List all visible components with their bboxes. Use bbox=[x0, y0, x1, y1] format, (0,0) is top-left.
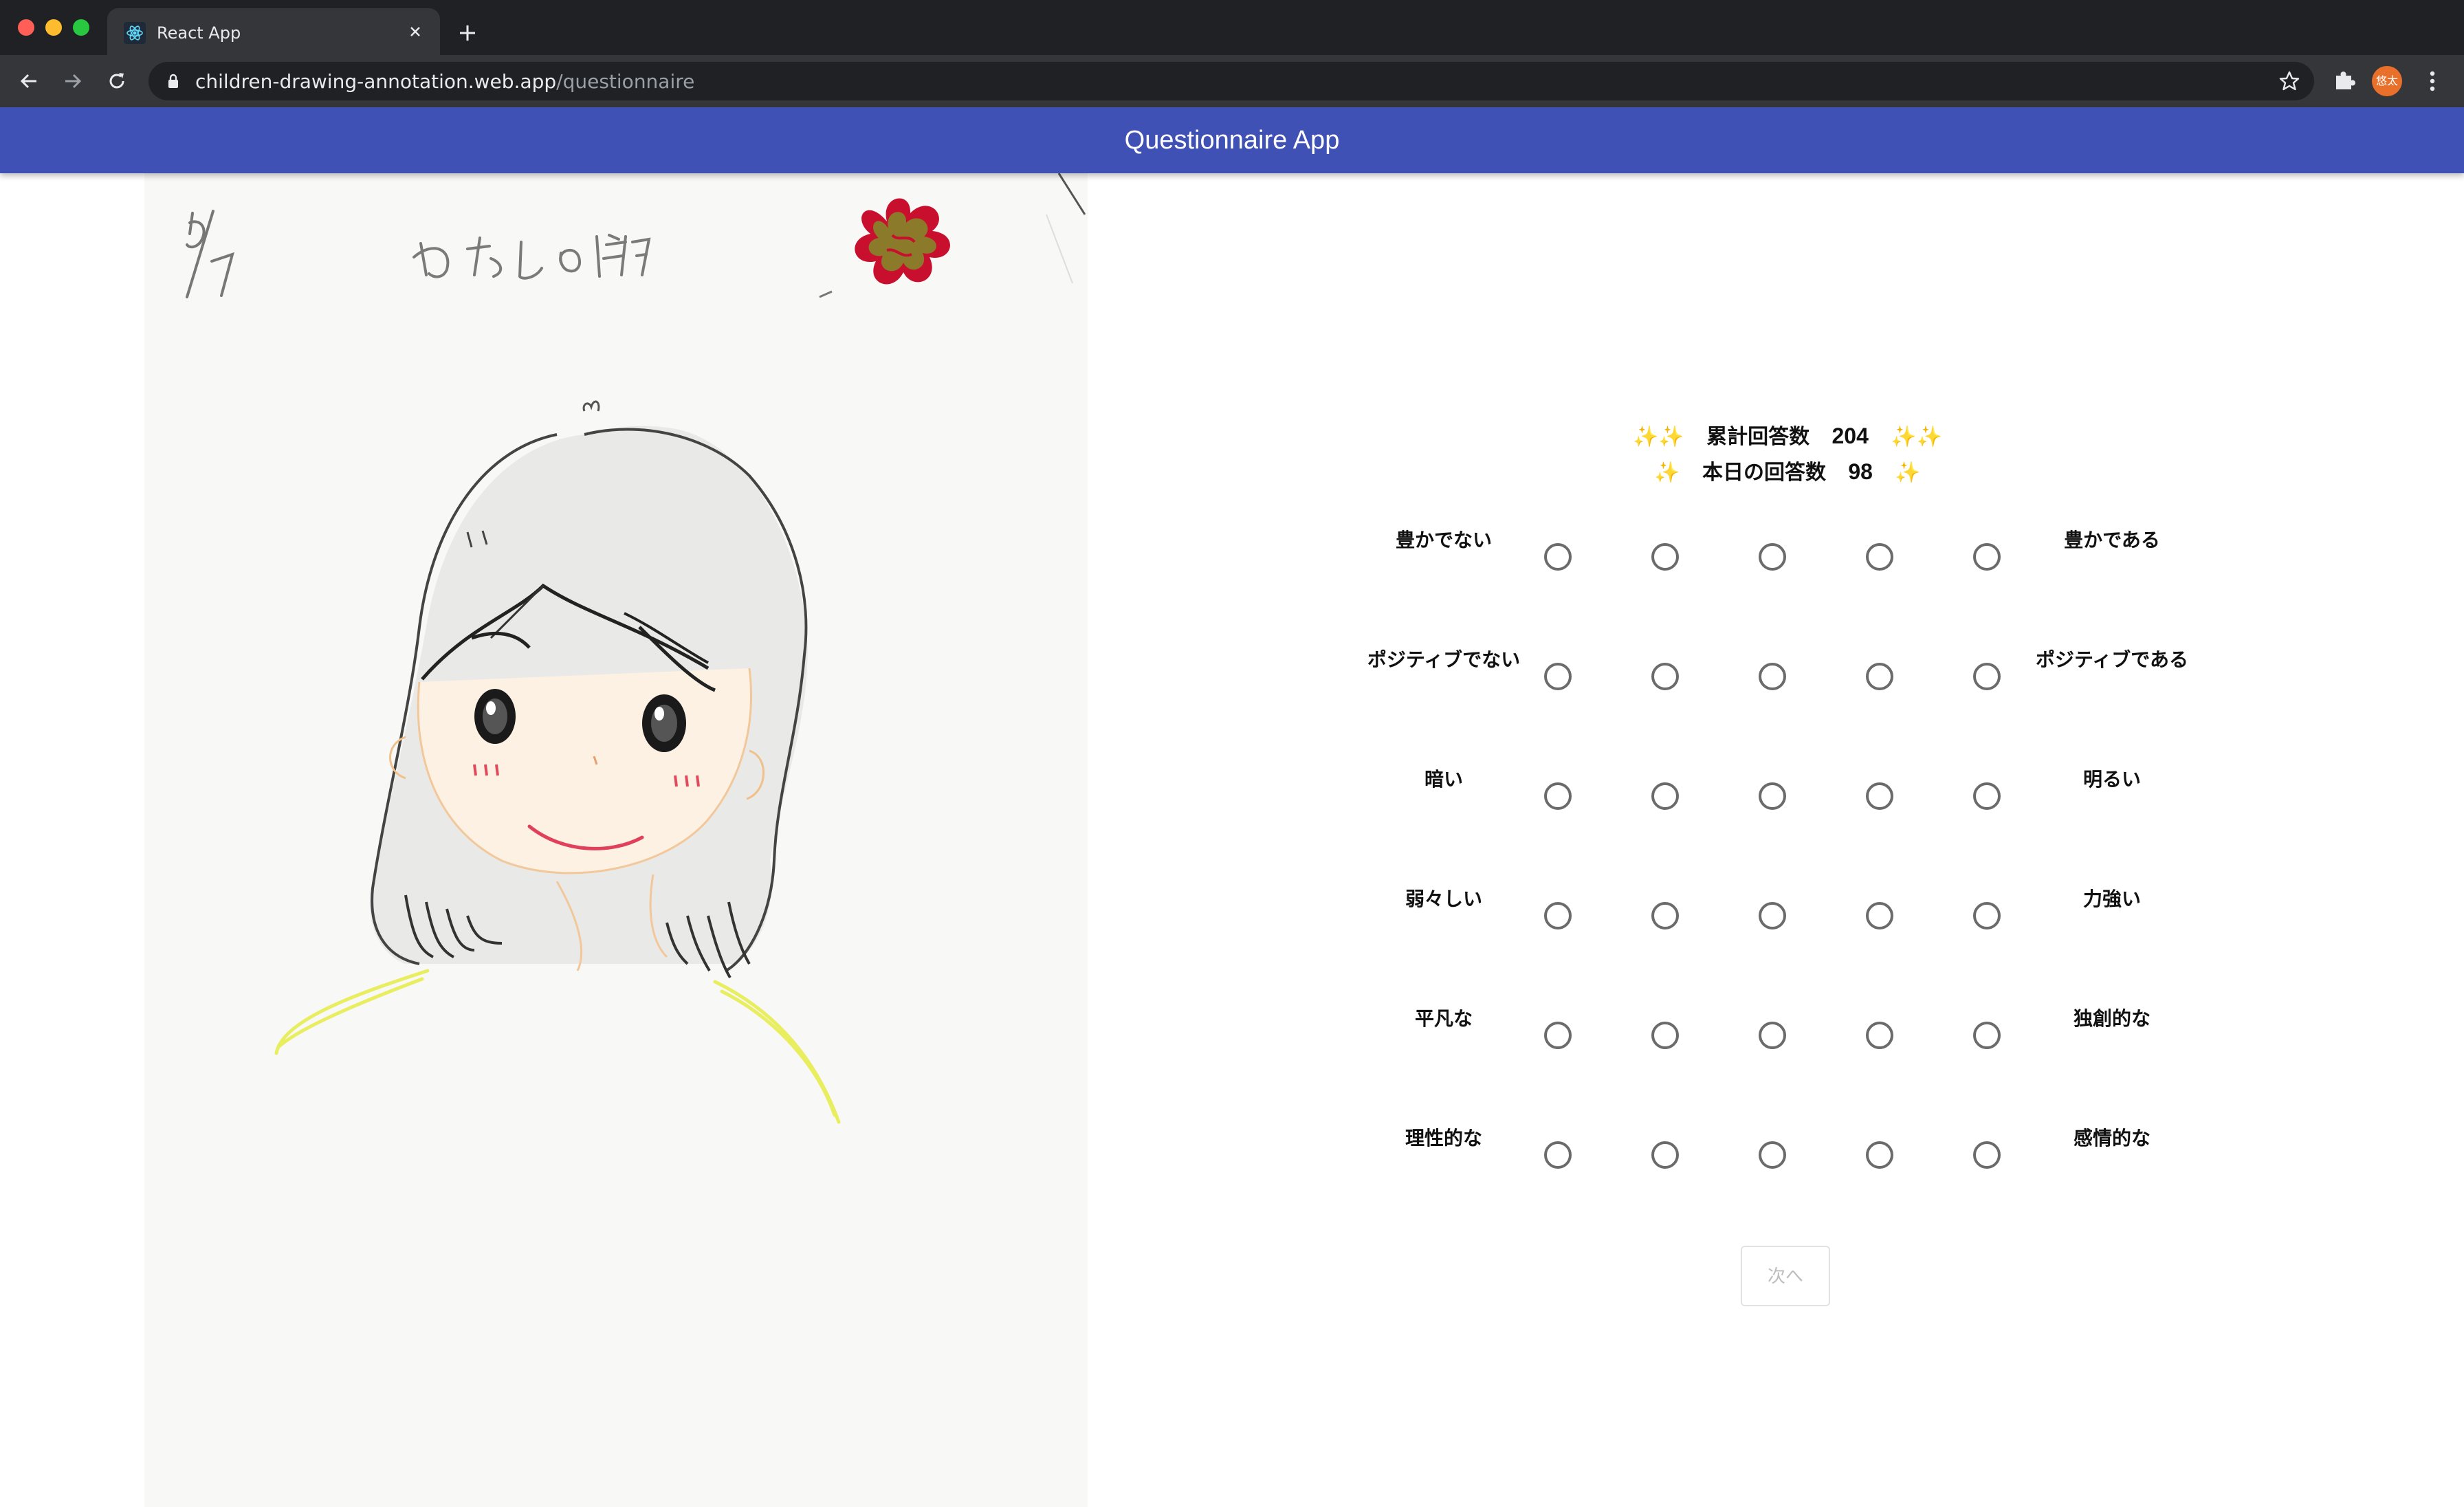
scale-radio-option-3[interactable] bbox=[1759, 902, 1786, 930]
scale-left-label: ポジティブでない bbox=[1367, 648, 1521, 671]
scale-radio-option-4[interactable] bbox=[1866, 1141, 1893, 1169]
scale-radio-option-4[interactable] bbox=[1866, 782, 1893, 810]
new-tab-plus-icon[interactable] bbox=[454, 19, 481, 47]
profile-avatar[interactable]: 悠太 bbox=[2372, 66, 2402, 96]
child-drawing-image bbox=[144, 173, 1088, 1507]
next-button[interactable]: 次へ bbox=[1741, 1246, 1830, 1306]
scale-radio-option-4[interactable] bbox=[1866, 543, 1893, 571]
scale-radio-option-3[interactable] bbox=[1759, 543, 1786, 571]
total-answers-counter: ✨✨ 累計回答数 204 ✨✨ bbox=[1506, 419, 2069, 450]
scale-radio-option-3[interactable] bbox=[1759, 1022, 1786, 1049]
scale-radio-option-5[interactable] bbox=[1973, 1141, 2001, 1169]
back-arrow-icon[interactable] bbox=[14, 66, 44, 96]
scale-left-label: 理性的な bbox=[1405, 1127, 1482, 1150]
scale-radio-option-5[interactable] bbox=[1973, 543, 2001, 571]
scale-radio-option-4[interactable] bbox=[1866, 663, 1893, 690]
extensions-puzzle-icon[interactable] bbox=[2331, 66, 2358, 94]
scale-radio-option-3[interactable] bbox=[1759, 782, 1786, 810]
scale-radio-option-1[interactable] bbox=[1544, 782, 1572, 810]
scale-row: 豊かでない 豊かである bbox=[1361, 528, 2228, 597]
scale-radio-option-3[interactable] bbox=[1759, 1141, 1786, 1169]
browser-menu-dots-icon[interactable] bbox=[2419, 66, 2446, 96]
scale-left-label: 弱々しい bbox=[1405, 888, 1482, 910]
window-close-button[interactable] bbox=[18, 19, 34, 36]
total-answers-label: 累計回答数 bbox=[1706, 426, 1810, 448]
window-minimize-button[interactable] bbox=[45, 19, 62, 36]
react-logo-icon bbox=[124, 22, 146, 44]
lock-icon bbox=[168, 74, 178, 88]
url-path: /questionnaire bbox=[556, 70, 695, 93]
scale-radio-option-5[interactable] bbox=[1973, 1022, 2001, 1049]
scale-left-label: 暗い bbox=[1424, 768, 1463, 791]
scale-radio-option-1[interactable] bbox=[1544, 663, 1572, 690]
scale-right-label: 明るい bbox=[2082, 768, 2141, 791]
scale-radio-option-2[interactable] bbox=[1651, 663, 1679, 690]
scale-radio-option-1[interactable] bbox=[1544, 902, 1572, 930]
sparkle-icon: ✨ bbox=[1654, 461, 1680, 484]
left-eye bbox=[474, 689, 516, 744]
scale-radio-option-2[interactable] bbox=[1651, 1141, 1679, 1169]
sparkle-icon: ✨ bbox=[1895, 461, 1921, 484]
scale-right-label: 独創的な bbox=[2073, 1007, 2150, 1030]
app-bar: Questionnaire App bbox=[0, 107, 2464, 173]
scale-radio-option-2[interactable] bbox=[1651, 1022, 1679, 1049]
scale-radio-option-1[interactable] bbox=[1544, 1022, 1572, 1049]
scale-radio-option-4[interactable] bbox=[1866, 902, 1893, 930]
url-text: children-drawing-annotation.web.app/ques… bbox=[195, 71, 694, 93]
scale-radio-option-1[interactable] bbox=[1544, 543, 1572, 571]
browser-toolbar: children-drawing-annotation.web.app/ques… bbox=[0, 55, 2464, 107]
total-answers-value: 204 bbox=[1832, 424, 1869, 448]
app-title: Questionnaire App bbox=[1124, 126, 1340, 155]
scale-radio-option-2[interactable] bbox=[1651, 782, 1679, 810]
bookmark-star-icon[interactable] bbox=[2278, 70, 2300, 92]
scale-radio-option-5[interactable] bbox=[1973, 902, 2001, 930]
sparkle-icon: ✨✨ bbox=[1633, 426, 1684, 448]
scale-row: 理性的な 感情的な bbox=[1361, 1126, 2228, 1195]
scale-radio-option-2[interactable] bbox=[1651, 543, 1679, 571]
scale-radio-option-5[interactable] bbox=[1973, 663, 2001, 690]
scale-right-label: 力強い bbox=[2082, 888, 2141, 910]
scale-right-label: 豊かである bbox=[2064, 529, 2160, 551]
scale-right-label: ポジティブである bbox=[2035, 648, 2189, 671]
scale-radio-option-1[interactable] bbox=[1544, 1141, 1572, 1169]
right-eye bbox=[642, 694, 686, 752]
tab-close-icon[interactable] bbox=[404, 21, 426, 43]
browser-tab-strip: React App bbox=[0, 0, 2464, 56]
browser-tab[interactable]: React App bbox=[107, 8, 440, 56]
scale-radio-option-3[interactable] bbox=[1759, 663, 1786, 690]
scale-row: 弱々しい 力強い bbox=[1361, 887, 2228, 956]
scale-row: 暗い 明るい bbox=[1361, 767, 2228, 836]
forward-arrow-icon[interactable] bbox=[58, 66, 88, 96]
scale-right-label: 感情的な bbox=[2073, 1127, 2150, 1150]
today-answers-label: 本日の回答数 bbox=[1702, 461, 1827, 484]
window-zoom-button[interactable] bbox=[73, 19, 89, 36]
today-answers-counter: ✨ 本日の回答数 98 ✨ bbox=[1506, 455, 2069, 485]
reload-icon[interactable] bbox=[102, 66, 132, 96]
sparkle-icon: ✨✨ bbox=[1891, 426, 1942, 448]
scale-radio-option-4[interactable] bbox=[1866, 1022, 1893, 1049]
drawing-canvas bbox=[144, 173, 1088, 1507]
scale-row: 平凡な 独創的な bbox=[1361, 1006, 2228, 1075]
address-bar[interactable]: children-drawing-annotation.web.app/ques… bbox=[148, 62, 2314, 100]
tab-title: React App bbox=[157, 23, 241, 43]
scale-left-label: 平凡な bbox=[1414, 1007, 1473, 1030]
url-host: children-drawing-annotation.web.app bbox=[195, 70, 557, 93]
scale-radio-option-2[interactable] bbox=[1651, 902, 1679, 930]
today-answers-value: 98 bbox=[1848, 459, 1873, 484]
scale-left-label: 豊かでない bbox=[1395, 529, 1492, 551]
scale-radio-option-5[interactable] bbox=[1973, 782, 2001, 810]
scale-row: ポジティブでない ポジティブである bbox=[1361, 648, 2228, 716]
